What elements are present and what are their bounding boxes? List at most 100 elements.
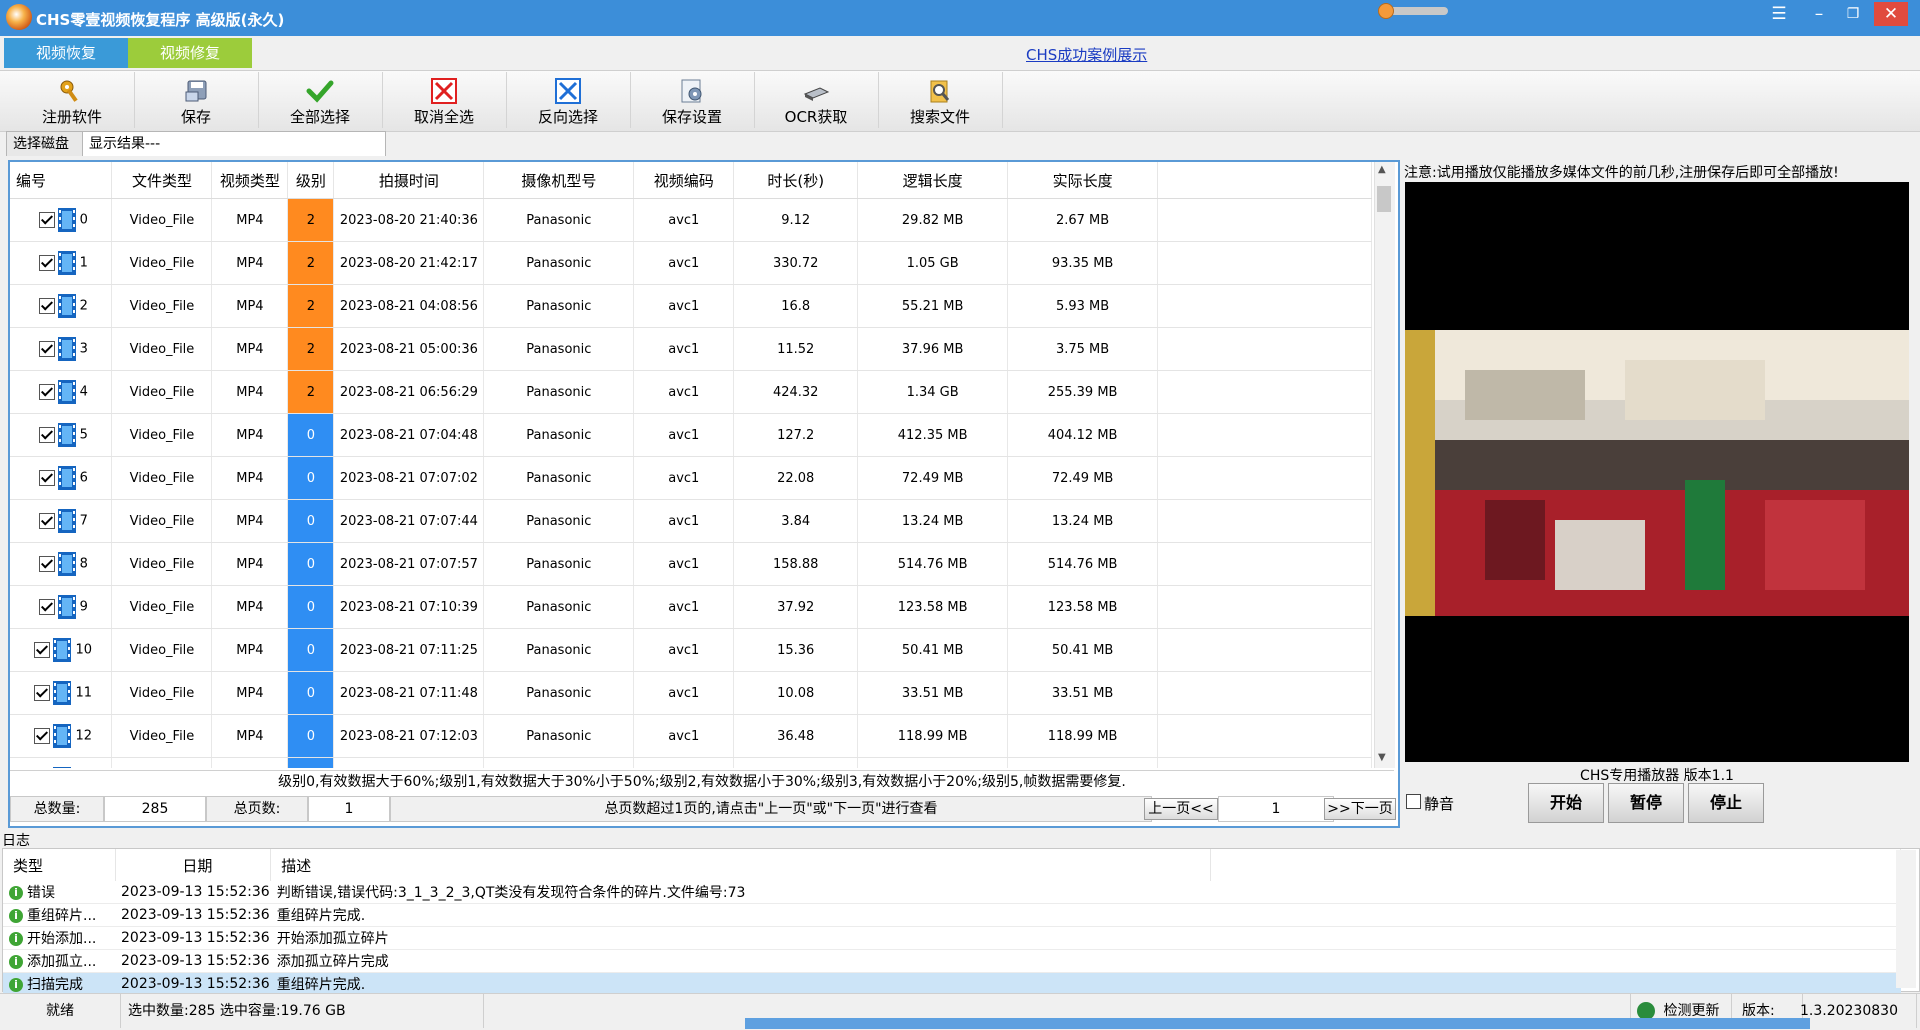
row-checkbox[interactable] — [34, 642, 51, 658]
row-checkbox[interactable] — [38, 298, 55, 314]
log-table: 类型 日期 描述 i 错误 2023-09-13 15:52:36 判断错误,错误代码… — [3, 849, 1902, 996]
row-checkbox[interactable] — [38, 341, 55, 357]
register-button[interactable]: 注册软件 — [10, 72, 135, 128]
play-stop-button[interactable]: 停止 — [1688, 783, 1764, 823]
opacity-slider-handle[interactable] — [1378, 3, 1394, 19]
table-row[interactable]: 1 Video_File MP4 2 2023-08-20 21:42:17 Panaso… — [10, 241, 1372, 285]
cell-video-type: MP4 — [211, 284, 289, 328]
col-header-video-type[interactable]: 视频类型 — [211, 162, 289, 199]
log-row[interactable]: i 开始添加... 2023-09-13 15:52:36 开始添加孤立碎片 — [3, 926, 1901, 950]
col-header-id[interactable]: 编号 — [10, 162, 113, 199]
prev-page-button[interactable]: 上一页<< — [1144, 798, 1218, 820]
tab-select-disk[interactable]: 选择磁盘 — [6, 131, 92, 156]
log-col-date[interactable]: 日期 — [115, 849, 272, 881]
cell-logical-size: 412.35 MB — [857, 413, 1009, 457]
table-row[interactable]: 13Video_FileMP402023-08-21 07:13:22Panas… — [10, 757, 1372, 768]
cell-camera: Panasonic — [483, 413, 635, 457]
select-all-button[interactable]: 全部选择 — [258, 72, 383, 128]
cell-spacer — [1157, 241, 1372, 285]
table-row[interactable]: 11 Video_File MP4 0 2023-08-21 07:11:48 Panas… — [10, 671, 1372, 715]
tab-show-result[interactable]: 显示结果--->E:\BaiduNetdiskDownload\800D — [82, 131, 386, 176]
play-start-button[interactable]: 开始 — [1528, 783, 1604, 823]
cell-logical-size: 50.41 MB — [857, 628, 1009, 672]
log-cell-spacer — [1210, 881, 1901, 904]
row-checkbox[interactable] — [38, 599, 55, 615]
log-row[interactable]: i 错误 2023-09-13 15:52:36 判断错误,错误代码:3_1_3_2_… — [3, 881, 1901, 904]
log-col-type[interactable]: 类型 — [3, 849, 116, 881]
row-checkbox[interactable] — [38, 427, 55, 443]
save-settings-button[interactable]: 保存设置 — [630, 72, 755, 128]
cell-shoot-time: 2023-08-21 07:07:02 — [333, 456, 485, 500]
table-row[interactable]: 3 Video_File MP4 2 2023-08-21 05:00:36 Panaso… — [10, 327, 1372, 371]
row-checkbox[interactable] — [38, 470, 55, 486]
row-checkbox[interactable] — [38, 556, 55, 572]
deselect-all-label: 取消全选 — [413, 108, 474, 126]
cell-video-type: MP4 — [211, 198, 289, 242]
table-row[interactable]: 7 Video_File MP4 0 2023-08-21 07:07:44 Panaso… — [10, 499, 1372, 543]
log-type-text: 添加孤立... — [27, 954, 97, 970]
log-cell-date: 2023-09-13 15:52:36 — [115, 949, 271, 973]
row-checkbox[interactable] — [38, 384, 55, 400]
cell-codec: avc1 — [633, 456, 735, 500]
row-checkbox[interactable] — [34, 728, 51, 744]
cell-file-type: Video_File — [111, 671, 213, 715]
film-icon — [57, 208, 76, 232]
col-header-camera[interactable]: 摄像机型号 — [483, 162, 635, 199]
col-header-shoot-time[interactable]: 拍摄时间 — [333, 162, 485, 199]
table-row[interactable]: 10 Video_File MP4 0 2023-08-21 07:11:25 Panas… — [10, 628, 1372, 672]
tab-video-repair[interactable]: 视频修复 — [128, 38, 252, 68]
table-scrollbar[interactable] — [1374, 162, 1395, 768]
next-page-button[interactable]: >>下一页 — [1324, 798, 1396, 820]
tab-video-recover[interactable]: 视频恢复 — [4, 38, 128, 68]
row-id: 0 — [79, 212, 88, 228]
save-button[interactable]: 保存 — [134, 72, 259, 128]
table-row[interactable]: 5 Video_File MP4 0 2023-08-21 07:04:48 Panaso… — [10, 413, 1372, 457]
scroll-down-arrow-icon[interactable]: ▼ — [1378, 752, 1386, 763]
maximize-button[interactable]: ❐ — [1836, 2, 1870, 26]
table-row[interactable]: 0 Video_File MP4 2 2023-08-20 21:40:36 Panaso… — [10, 198, 1372, 242]
film-icon — [57, 337, 76, 361]
table-row[interactable]: 4 Video_File MP4 2 2023-08-21 06:56:29 Panaso… — [10, 370, 1372, 414]
mute-checkbox[interactable] — [1406, 794, 1421, 809]
row-id: 1 — [79, 255, 88, 271]
current-page-field[interactable]: 1 — [1218, 796, 1334, 822]
deselect-all-button[interactable]: 取消全选 — [382, 72, 507, 128]
cell-codec: avc1 — [633, 198, 735, 242]
log-col-desc[interactable]: 描述 — [270, 849, 1212, 881]
row-checkbox[interactable] — [34, 685, 51, 701]
log-row[interactable]: i 添加孤立... 2023-09-13 15:52:36 添加孤立碎片完成 — [3, 949, 1901, 973]
log-scrollbar[interactable] — [1896, 850, 1916, 988]
row-checkbox[interactable] — [38, 513, 55, 529]
row-id: 11 — [75, 685, 92, 701]
play-pause-button[interactable]: 暂停 — [1608, 783, 1684, 823]
col-header-duration[interactable]: 时长(秒) — [733, 162, 859, 199]
table-row[interactable]: 6 Video_File MP4 0 2023-08-21 07:07:02 Panaso… — [10, 456, 1372, 500]
minimize-button[interactable]: – — [1802, 2, 1836, 26]
col-header-codec[interactable]: 视频编码 — [633, 162, 735, 199]
close-button[interactable]: ✕ — [1874, 2, 1908, 26]
row-checkbox[interactable] — [38, 255, 55, 271]
search-file-button[interactable]: 搜索文件 — [878, 72, 1003, 128]
case-showcase-link[interactable]: CHS成功案例展示 — [1026, 44, 1147, 65]
cell-camera: Panasonic — [483, 714, 635, 758]
log-section-label: 日志 — [2, 833, 30, 849]
ocr-button[interactable]: OCR获取 — [754, 72, 879, 128]
table-row[interactable]: 8 Video_File MP4 0 2023-08-21 07:07:57 Panaso… — [10, 542, 1372, 586]
log-row[interactable]: i 重组碎片... 2023-09-13 15:52:36 重组碎片完成. — [3, 903, 1901, 927]
video-frame-thumbnail — [1405, 330, 1909, 616]
col-header-logical-size[interactable]: 逻辑长度 — [857, 162, 1009, 199]
row-checkbox[interactable] — [38, 212, 55, 228]
invert-select-button[interactable]: 反向选择 — [506, 72, 631, 128]
cell-duration: 16.8 — [733, 284, 859, 328]
scroll-up-arrow-icon[interactable]: ▲ — [1378, 164, 1386, 175]
cell-video-type: MP4 — [211, 542, 289, 586]
table-row[interactable]: 12 Video_File MP4 0 2023-08-21 07:12:03 Panas… — [10, 714, 1372, 758]
table-row[interactable]: 9 Video_File MP4 0 2023-08-21 07:10:39 Panaso… — [10, 585, 1372, 629]
col-header-actual-size[interactable]: 实际长度 — [1007, 162, 1159, 199]
col-header-level[interactable]: 级别 — [287, 162, 335, 199]
menu-icon[interactable]: ☰ — [1762, 2, 1796, 26]
table-scrollbar-thumb[interactable] — [1377, 186, 1391, 212]
table-row[interactable]: 2 Video_File MP4 2 2023-08-21 04:08:56 Panaso… — [10, 284, 1372, 328]
cell-logical-size: 29.82 MB — [857, 198, 1009, 242]
col-header-file-type[interactable]: 文件类型 — [111, 162, 213, 199]
